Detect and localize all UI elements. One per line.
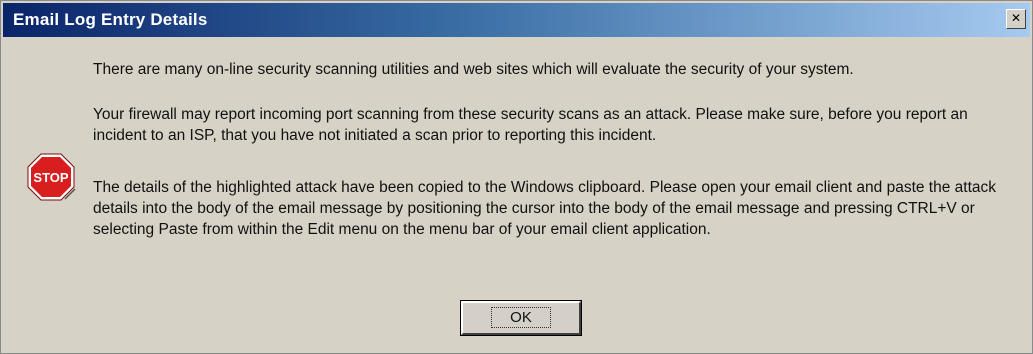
message-paragraph-1: There are many on-line security scanning…: [93, 61, 854, 78]
message-paragraph-3: The details of the highlighted attack ha…: [93, 179, 997, 238]
window-title: Email Log Entry Details: [13, 10, 208, 29]
title-bar[interactable]: Email Log Entry Details ✕: [3, 3, 1030, 37]
message-paragraph-2: Your firewall may report incoming port s…: [93, 106, 968, 144]
ok-button-label: OK: [491, 307, 551, 328]
close-icon: ✕: [1010, 11, 1022, 25]
stop-icon: STOP: [27, 153, 76, 201]
ok-button[interactable]: OK: [460, 300, 582, 336]
close-button[interactable]: ✕: [1006, 9, 1026, 29]
dialog-window: Email Log Entry Details ✕ STOP There are…: [0, 0, 1033, 354]
stop-label: STOP: [33, 170, 68, 185]
